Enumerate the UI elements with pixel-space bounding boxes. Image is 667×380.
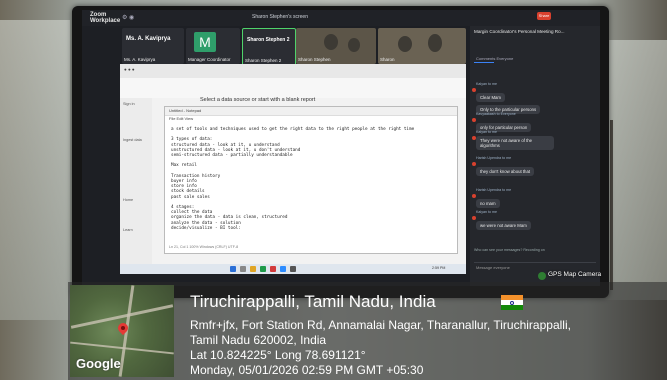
participant-label: Sharon bbox=[380, 57, 395, 62]
flag-chakra-icon bbox=[510, 300, 514, 305]
window-controls-icon[interactable]: ● ● ● bbox=[124, 67, 135, 72]
search-icon[interactable] bbox=[240, 266, 246, 272]
left-navigation: Sign in Ingest data Home Learn bbox=[120, 98, 152, 274]
google-logo: Google bbox=[76, 356, 121, 371]
shared-app-header: ● ● ● bbox=[120, 64, 466, 79]
participant-strip: Ms. A. Kaviprya Ms. A. Kaviprya M Manage… bbox=[122, 28, 467, 68]
notepad-status: Ln 21, Col 1 100% Windows (CRLF) UTF-8 bbox=[169, 245, 239, 249]
chat-sender: Harish Upendra to me bbox=[476, 156, 512, 160]
chat-text: we were not aware Mam bbox=[476, 221, 531, 230]
notepad-titlebar: Untitled - Notepad bbox=[165, 107, 457, 116]
participant-label: Sharon Stephen bbox=[298, 57, 331, 62]
nav-item[interactable]: Learn bbox=[123, 228, 133, 232]
participant-name: Sharon Stephen 2 bbox=[247, 37, 290, 43]
share-button[interactable]: Share bbox=[537, 12, 551, 20]
avatar-dot bbox=[472, 162, 476, 166]
chat-text: they don't know about that bbox=[476, 167, 535, 176]
flag-stripe bbox=[501, 305, 523, 310]
notepad-tab[interactable]: Untitled - Notepad bbox=[169, 108, 201, 113]
meeting-title: Sharon Stephen's screen bbox=[252, 14, 308, 20]
gps-app-label: GPS Map Camera bbox=[548, 271, 602, 278]
avatar-dot bbox=[472, 136, 476, 140]
gps-camera-icon bbox=[538, 272, 546, 280]
toolbar-row: Select a data source or start with a bla… bbox=[120, 78, 466, 103]
person-silhouette bbox=[324, 34, 338, 50]
monitor-screen: Zoom Workplace ⚙ ◉ Sharon Stephen's scre… bbox=[82, 10, 600, 286]
ladder bbox=[610, 120, 667, 290]
chat-sender: Harish Upendra to me bbox=[476, 188, 512, 192]
chat-sender: Kalyan to me bbox=[476, 82, 497, 86]
participant-tile[interactable]: Ms. A. Kaviprya Ms. A. Kaviprya bbox=[122, 28, 184, 64]
zoom-brand: Zoom Workplace bbox=[90, 12, 121, 24]
taskbar: 2:59 PM bbox=[120, 264, 466, 274]
location-pin-center bbox=[121, 326, 125, 330]
windows-start-icon[interactable] bbox=[230, 266, 236, 272]
participant-label: Ms. A. Kaviprya bbox=[124, 57, 156, 62]
participant-tile[interactable]: M Manager Coordinator bbox=[186, 28, 240, 64]
chat-message: Kalyan to me we were not aware Mam bbox=[472, 210, 594, 232]
chat-text: no mam bbox=[476, 199, 500, 208]
notepad-menu[interactable]: File Edit View bbox=[169, 116, 193, 121]
chat-message: Harish Upendra to me they don't know abo… bbox=[472, 156, 594, 178]
zoom-top-bar: Zoom Workplace ⚙ ◉ Sharon Stephen's scre… bbox=[82, 10, 600, 26]
avatar: M bbox=[194, 32, 216, 52]
participant-name: Ms. A. Kaviprya bbox=[126, 36, 171, 42]
gps-address-line1: Rmfr+jfx, Fort Station Rd, Annamalai Nag… bbox=[190, 318, 571, 332]
avatar-dot bbox=[472, 216, 476, 220]
chat-sender: Kalyan to me bbox=[476, 130, 497, 134]
zoom-icon[interactable] bbox=[280, 266, 286, 272]
chat-input-placeholder: Message everyone bbox=[476, 265, 510, 270]
room-window-left bbox=[0, 20, 70, 320]
chat-title: Margin Coordinator's Personal Meeting Ro… bbox=[474, 29, 565, 34]
chat-message: Harish Upendra to me no mam bbox=[472, 188, 594, 210]
participant-tile-active[interactable]: Sharon Stephen 2 Sharon Stephen 2 bbox=[242, 28, 296, 66]
notepad-window: Untitled - Notepad File Edit View a set … bbox=[164, 106, 458, 254]
person-silhouette bbox=[348, 38, 360, 52]
chat-panel: Margin Coordinator's Personal Meeting Ro… bbox=[470, 26, 600, 286]
gps-city: Tiruchirappalli, Tamil Nadu, India bbox=[190, 292, 436, 311]
notepad-icon[interactable] bbox=[290, 266, 296, 272]
notepad-text[interactable]: a set of tools and techniques used to ge… bbox=[171, 127, 451, 231]
app-icon[interactable] bbox=[270, 266, 276, 272]
nav-item[interactable]: Ingest data bbox=[123, 138, 142, 142]
taskbar-clock: 2:59 PM bbox=[432, 266, 446, 270]
browser-icon[interactable] bbox=[260, 266, 266, 272]
chat-tabs[interactable]: Comments Everyone bbox=[476, 56, 513, 61]
person-silhouette bbox=[398, 36, 412, 52]
avatar-dot bbox=[472, 88, 476, 92]
chat-tab-indicator bbox=[474, 62, 494, 63]
shared-screen: ● ● ● Select a data source or start with… bbox=[120, 64, 466, 274]
report-hint: Select a data source or start with a bla… bbox=[200, 97, 316, 103]
avatar-dot bbox=[472, 194, 476, 198]
chat-sender: Kalyan to me bbox=[476, 210, 497, 214]
chat-visibility-note[interactable]: Who can see your messages? Recording on bbox=[474, 248, 545, 252]
participant-label: Manager Coordinator bbox=[188, 57, 231, 62]
chat-text: They were not aware of the algorithms bbox=[476, 136, 554, 150]
india-flag-icon bbox=[501, 295, 523, 310]
participant-tile-video[interactable]: Sharon Stephen bbox=[296, 28, 376, 64]
gps-coordinates: Lat 10.824225° Long 78.691121° bbox=[190, 348, 366, 362]
nav-item[interactable]: Home bbox=[123, 198, 133, 202]
file-explorer-icon[interactable] bbox=[250, 266, 256, 272]
participant-label: Sharon Stephen 2 bbox=[245, 58, 282, 63]
avatar-dot bbox=[472, 118, 476, 122]
gps-datetime: Monday, 05/01/2026 02:59 PM GMT +05:30 bbox=[190, 363, 424, 377]
chat-sender: Kavyaakash to Everyone bbox=[476, 112, 516, 116]
chat-message: Kalyan to me They were not aware of the … bbox=[472, 130, 594, 152]
top-bar-icons[interactable]: ⚙ ◉ bbox=[122, 14, 134, 21]
nav-item[interactable]: Sign in bbox=[123, 102, 135, 106]
person-silhouette bbox=[428, 34, 442, 52]
gps-address-line2: Tamil Nadu 620002, India bbox=[190, 333, 327, 347]
participant-tile-video[interactable]: Sharon bbox=[378, 28, 466, 64]
